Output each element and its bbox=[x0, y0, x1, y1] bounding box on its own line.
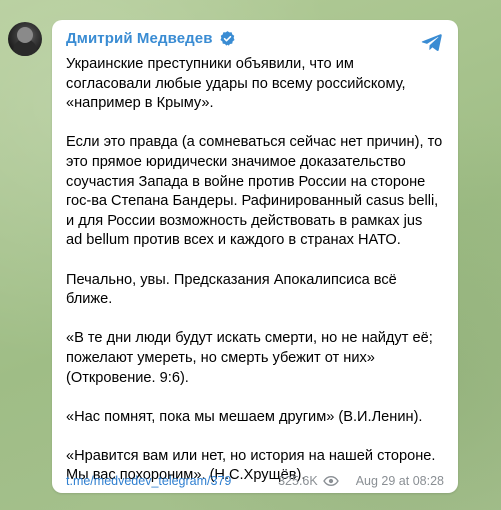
message-paragraph: Украинские преступники объявили, что им … bbox=[66, 56, 406, 112]
message-date: Aug 29 at 08:28 bbox=[355, 474, 444, 488]
message-header: Дмитрий Медведев bbox=[66, 30, 236, 47]
message-paragraph: Печально, увы. Предсказания Апокалипсиса… bbox=[66, 271, 397, 308]
channel-name[interactable]: Дмитрий Медведев bbox=[66, 30, 213, 47]
view-count: 325.6K bbox=[278, 474, 318, 488]
message-paragraph: Если это правда (а сомневаться сейчас не… bbox=[66, 134, 443, 249]
verified-badge-icon bbox=[220, 31, 235, 46]
telegram-share-icon[interactable] bbox=[420, 30, 444, 54]
eye-icon bbox=[322, 475, 339, 487]
message-paragraph: «Нас помнят, пока мы мешаем другим» (В.И… bbox=[66, 408, 423, 425]
message-text: Украинские преступники объявили, что им … bbox=[66, 55, 446, 506]
message-link[interactable]: t.me/medvedev_telegram/379 bbox=[66, 474, 231, 488]
message-footer: t.me/medvedev_telegram/379 325.6K Aug 29… bbox=[66, 472, 444, 490]
message-card: Дмитрий Медведев Украинские преступники … bbox=[52, 20, 458, 493]
message-paragraph: «В те дни люди будут искать смерти, но н… bbox=[66, 330, 433, 386]
message-meta: 325.6K Aug 29 at 08:28 bbox=[278, 474, 444, 488]
channel-avatar[interactable] bbox=[8, 22, 42, 56]
